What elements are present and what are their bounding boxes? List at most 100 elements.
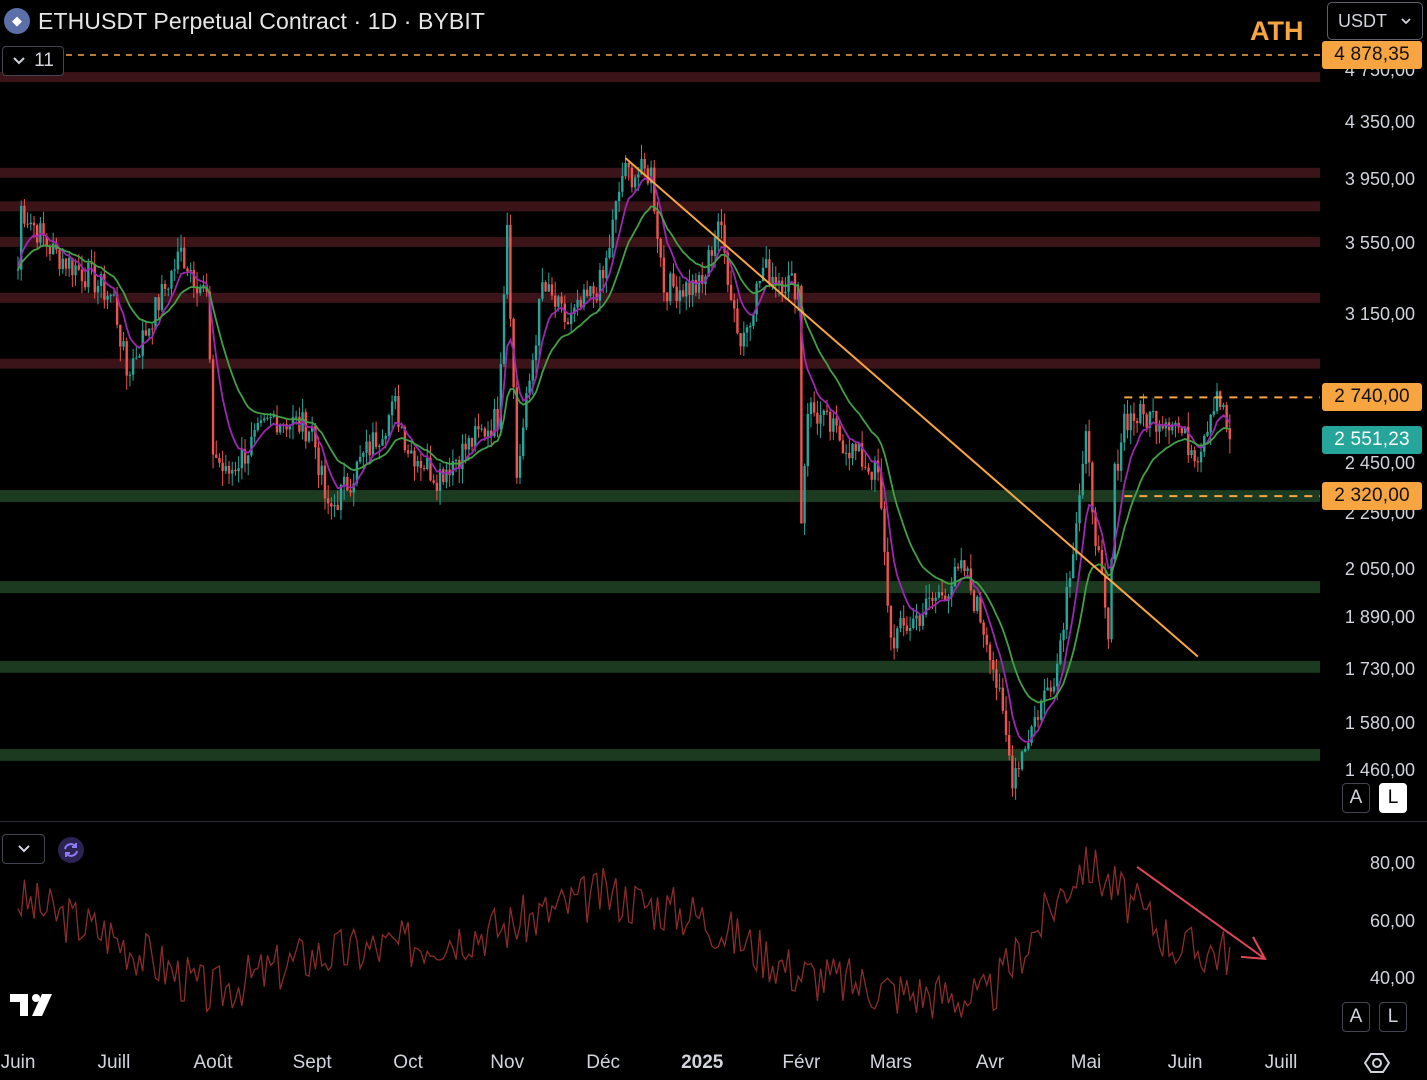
candle-body (1068, 578, 1072, 587)
candle-body (899, 618, 902, 629)
candle-body (509, 224, 512, 319)
candle-body (112, 294, 116, 296)
tradingview-logo-icon[interactable] (10, 992, 60, 1018)
candle-body (576, 299, 579, 308)
candle-body (320, 465, 323, 476)
candle-body (752, 314, 755, 326)
candle-body (240, 449, 244, 469)
price-auto-scale-button[interactable]: A (1342, 783, 1370, 813)
pane-divider[interactable] (0, 821, 1427, 822)
candle-body (397, 395, 400, 427)
candle-body (1199, 451, 1203, 463)
candle-body (656, 211, 659, 239)
candle-body (263, 418, 266, 421)
candle-body (531, 360, 534, 381)
indicators-collapse-button[interactable]: 11 (2, 46, 64, 76)
candle-body (135, 357, 138, 359)
candle-body (784, 291, 787, 293)
candle-body (713, 237, 717, 256)
candle-body (979, 596, 982, 623)
time-axis-label: Juin (0, 1052, 36, 1073)
candle-body (192, 270, 196, 287)
candle-body (173, 269, 176, 271)
candle-body (598, 269, 602, 301)
price-axis-label: 4 350,00 (1344, 112, 1415, 133)
chevron-down-icon (17, 845, 30, 853)
candle-body (339, 485, 343, 511)
candle-body (253, 430, 256, 437)
candle-body (1052, 686, 1056, 692)
candle-body (256, 423, 260, 431)
candle-body (170, 270, 173, 289)
price-axis-label: 2 050,00 (1344, 558, 1415, 579)
price-log-scale-button[interactable]: L (1379, 783, 1407, 813)
rsi-line (17, 846, 1231, 1019)
candle-body (1027, 742, 1030, 749)
candle-body (550, 284, 554, 296)
candle-body (1190, 450, 1193, 456)
rsi-collapse-button[interactable] (2, 834, 45, 864)
refresh-icon[interactable] (58, 837, 84, 863)
candle-body (867, 467, 870, 472)
candle-body (486, 430, 490, 437)
candle-body (1091, 462, 1094, 513)
candle-body (870, 471, 873, 480)
candle-body (378, 445, 381, 447)
rsi-arrow-line (1136, 866, 1266, 960)
candle-body (387, 415, 391, 436)
candle-body (912, 618, 915, 629)
candle-body (1046, 687, 1049, 691)
candle-body (32, 222, 36, 226)
candle-body (592, 286, 595, 294)
candle-body (665, 292, 669, 302)
chart-canvas[interactable] (0, 0, 1427, 1080)
candle-body (176, 251, 180, 270)
currency-select[interactable]: USDT (1327, 2, 1423, 40)
settings-icon[interactable] (1364, 1050, 1390, 1076)
candle-body (61, 258, 64, 270)
candle-body (390, 401, 394, 416)
candle-body (992, 660, 995, 670)
candle-body (982, 622, 985, 635)
candle-body (211, 359, 215, 455)
candle-body (883, 508, 886, 552)
candle-body (64, 258, 68, 269)
candle-body (157, 297, 160, 311)
rsi-auto-scale-button[interactable]: A (1342, 1002, 1370, 1032)
candle-body (454, 459, 458, 462)
candle-body (851, 443, 854, 459)
candle-body (467, 437, 471, 450)
candle-body (128, 374, 132, 376)
candle-body (106, 295, 109, 300)
candle-body (346, 476, 349, 491)
candle-body (765, 259, 768, 268)
time-axis-label: Juin (1167, 1052, 1203, 1073)
support-zone-3 (0, 748, 1320, 761)
price-axis-label: 1 460,00 (1344, 759, 1415, 780)
candle-body (502, 294, 506, 365)
rsi-log-scale-button[interactable]: L (1379, 1002, 1407, 1032)
candle-body (186, 268, 189, 272)
candle-body (627, 162, 630, 168)
candle-body (694, 279, 698, 293)
candle-body (697, 274, 701, 293)
indicator-count: 11 (34, 50, 54, 71)
candle-body (988, 644, 992, 661)
candle-body (1017, 768, 1021, 770)
candle-body (1065, 586, 1068, 630)
candle-body (662, 257, 666, 293)
candle-body (717, 221, 720, 238)
candle-body (972, 590, 976, 611)
candle-body (854, 443, 857, 452)
candle-body (29, 222, 32, 225)
candle-body (669, 273, 672, 302)
candle-body (889, 605, 893, 638)
candle-body (1215, 391, 1219, 412)
candle-body (419, 460, 423, 468)
candle-body (560, 296, 563, 304)
candle-body (221, 462, 224, 472)
candle-body (809, 402, 813, 415)
candle-body (23, 205, 26, 224)
candle-body (247, 455, 250, 464)
candle-body (749, 325, 752, 328)
